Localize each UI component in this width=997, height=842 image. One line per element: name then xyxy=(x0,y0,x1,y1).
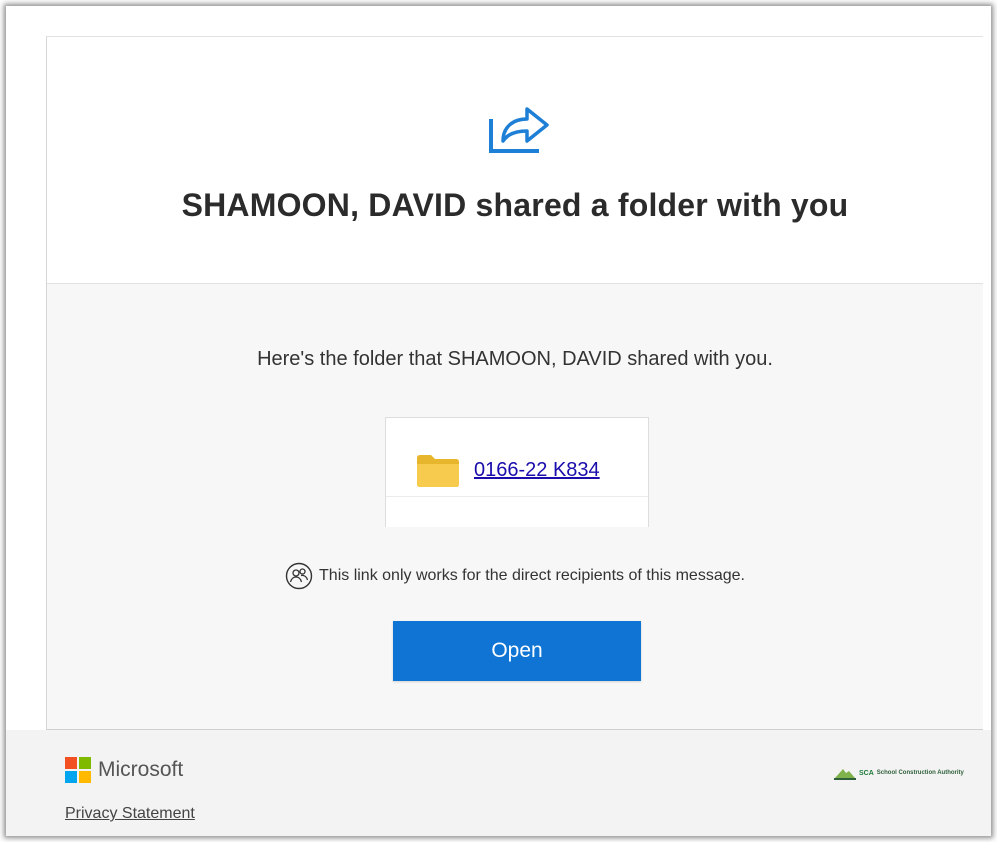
sca-abbreviation: SCA xyxy=(859,769,874,777)
email-window: SHAMOON, DAVID shared a folder with you … xyxy=(6,6,991,836)
microsoft-brand-text: Microsoft xyxy=(98,758,184,781)
page-title: SHAMOON, DAVID shared a folder with you xyxy=(181,187,849,223)
card-body: Here's the folder that SHAMOON, DAVID sh… xyxy=(47,284,983,730)
divider xyxy=(386,496,648,497)
folder-icon xyxy=(417,455,459,487)
shared-file-box: 0166-22 K834 xyxy=(385,417,649,527)
people-icon xyxy=(285,562,313,590)
email-footer: Microsoft Privacy Statement SCA School C… xyxy=(6,730,991,836)
microsoft-logo: Microsoft xyxy=(65,757,183,783)
microsoft-logo-icon xyxy=(65,757,91,783)
recipient-note: This link only works for the direct reci… xyxy=(47,562,983,590)
share-arrow-icon xyxy=(489,107,549,153)
open-button[interactable]: Open xyxy=(393,621,641,681)
recipient-note-text: This link only works for the direct reci… xyxy=(319,567,745,584)
privacy-statement-link[interactable]: Privacy Statement xyxy=(65,805,195,823)
sca-name: School Construction Authority xyxy=(876,770,964,776)
share-description: Here's the folder that SHAMOON, DAVID sh… xyxy=(257,348,773,370)
shared-folder-link[interactable]: 0166-22 K834 xyxy=(474,459,600,482)
sca-logo: SCA School Construction Authority xyxy=(834,766,964,780)
sca-logo-icon xyxy=(834,769,856,780)
card-header: SHAMOON, DAVID shared a folder with you xyxy=(47,37,983,284)
share-notification-card: SHAMOON, DAVID shared a folder with you … xyxy=(46,36,983,730)
